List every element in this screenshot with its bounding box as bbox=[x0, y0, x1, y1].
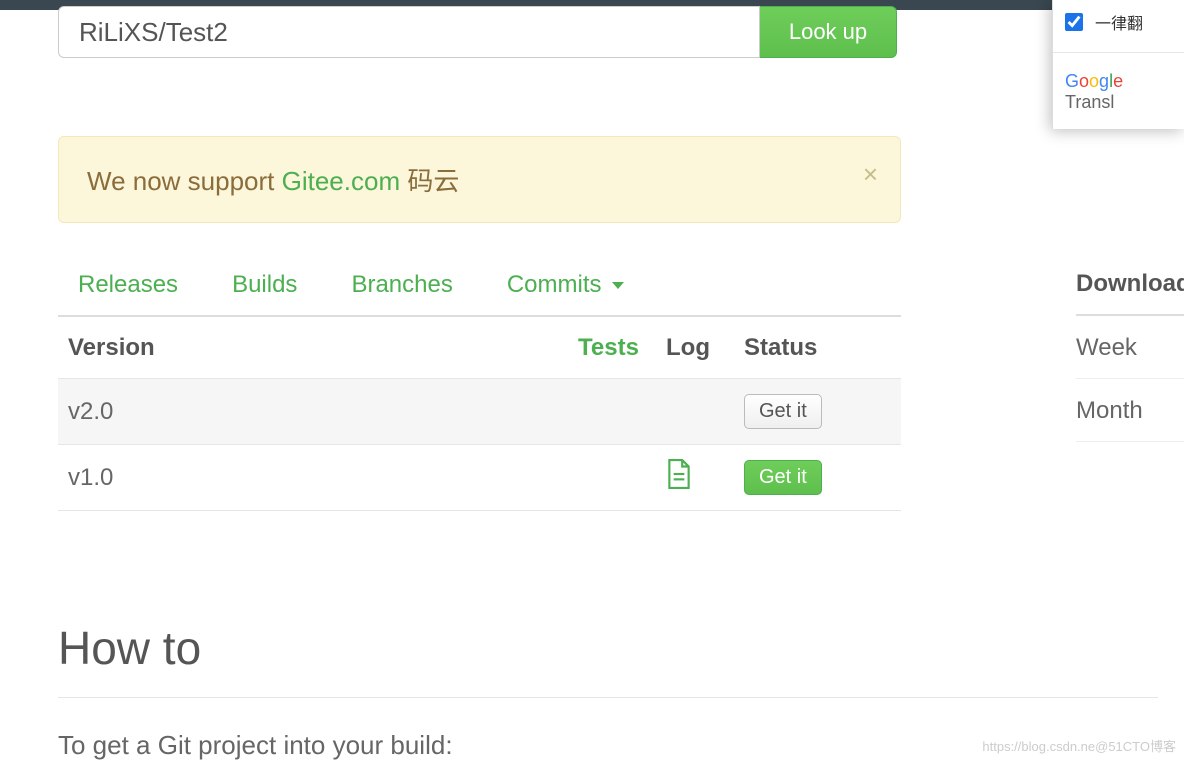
brand-suffix: Transl bbox=[1065, 92, 1114, 112]
col-tests: Tests bbox=[578, 334, 666, 362]
tab-commits[interactable]: Commits bbox=[507, 271, 624, 299]
howto-subtitle: To get a Git project into your build: bbox=[58, 730, 960, 761]
col-version: Version bbox=[58, 334, 578, 362]
tab-releases[interactable]: Releases bbox=[78, 271, 178, 299]
table-row: v1.0 Get it bbox=[58, 445, 901, 511]
releases-table: Version Tests Log Status v2.0 Get it v1.… bbox=[58, 315, 901, 511]
table-header: Version Tests Log Status bbox=[58, 317, 901, 379]
table-row: v2.0 Get it bbox=[58, 379, 901, 445]
get-it-button[interactable]: Get it bbox=[744, 460, 822, 495]
tab-builds[interactable]: Builds bbox=[232, 271, 297, 299]
checkbox-input[interactable] bbox=[1065, 13, 1083, 31]
cell-status: Get it bbox=[740, 460, 901, 495]
downloads-month[interactable]: Month bbox=[1076, 379, 1184, 442]
log-file-icon[interactable] bbox=[666, 459, 692, 489]
downloads-sidebar: Download Week Month bbox=[1076, 270, 1184, 442]
tab-commits-label: Commits bbox=[507, 271, 602, 298]
chevron-down-icon bbox=[612, 282, 624, 289]
col-status: Status bbox=[740, 334, 901, 362]
gitee-link[interactable]: Gitee.com bbox=[282, 166, 401, 196]
lookup-button[interactable]: Look up bbox=[760, 6, 897, 58]
downloads-week[interactable]: Week bbox=[1076, 316, 1184, 379]
cell-log bbox=[666, 459, 740, 496]
close-icon[interactable]: × bbox=[863, 159, 878, 190]
search-row: Look up bbox=[0, 6, 1184, 58]
watermark: https://blog.csdn.ne@51CTO博客 bbox=[982, 736, 1176, 755]
google-translate-brand: Google Transl bbox=[1065, 71, 1172, 113]
build-tabs: Releases Builds Branches Commits bbox=[58, 271, 960, 315]
cell-status: Get it bbox=[740, 394, 901, 429]
always-translate-checkbox[interactable]: 一律翻 bbox=[1065, 10, 1172, 34]
checkbox-label: 一律翻 bbox=[1095, 10, 1143, 34]
divider bbox=[1053, 52, 1184, 53]
col-log: Log bbox=[666, 334, 740, 362]
get-it-button[interactable]: Get it bbox=[744, 394, 822, 429]
repo-search-input[interactable] bbox=[58, 6, 760, 58]
cell-version: v2.0 bbox=[58, 398, 578, 426]
google-translate-panel: 一律翻 Google Transl bbox=[1052, 0, 1184, 129]
info-alert: We now support Gitee.com 码云 × bbox=[58, 136, 901, 223]
howto-heading: How to bbox=[58, 621, 1158, 698]
alert-text-prefix: We now support bbox=[87, 166, 282, 196]
downloads-heading: Download bbox=[1076, 270, 1184, 316]
tab-branches[interactable]: Branches bbox=[351, 271, 452, 299]
cell-version: v1.0 bbox=[58, 464, 578, 492]
alert-text-suffix: 码云 bbox=[400, 166, 459, 196]
